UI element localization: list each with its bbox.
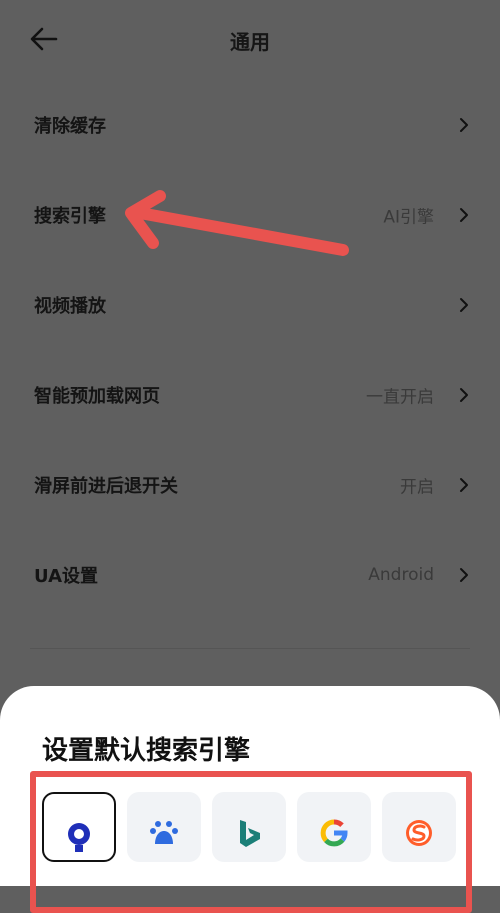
sogou-icon [406,820,432,846]
engine-option-google[interactable] [297,792,371,862]
sheet-title: 设置默认搜索引擎 [42,736,251,766]
chevron-right-icon [460,568,468,582]
setting-label: 搜索引擎 [34,206,106,227]
engine-option-sogou[interactable] [382,792,456,862]
engine-option-ai[interactable] [42,792,116,862]
setting-row-clear-cache[interactable]: 清除缓存 [0,80,500,170]
chevron-right-icon [460,478,468,492]
setting-label: 智能预加载网页 [34,386,160,407]
engine-option-baidu[interactable] [127,792,201,862]
chevron-right-icon [460,208,468,222]
google-icon [320,819,348,847]
search-engine-sheet: 设置默认搜索引擎 [0,686,500,913]
ai-search-icon [68,823,90,852]
setting-value: 开启 [400,477,434,498]
setting-label: 滑屏前进后退开关 [34,476,178,497]
engine-option-bing[interactable] [212,792,286,862]
chevron-right-icon [460,388,468,402]
setting-value: Android [368,565,434,585]
setting-value: AI引擎 [383,207,434,228]
setting-row-swipe-navigation[interactable]: 滑屏前进后退开关 开启 [0,440,500,530]
setting-row-video-playback[interactable]: 视频播放 [0,260,500,350]
setting-row-ua[interactable]: UA设置 Android [0,530,500,620]
page-title: 通用 [230,30,270,54]
setting-label: 清除缓存 [34,116,106,137]
chevron-right-icon [460,118,468,132]
setting-label: UA设置 [34,566,98,587]
baidu-icon [150,821,178,844]
divider [30,648,470,649]
setting-value: 一直开启 [366,387,434,408]
setting-label: 视频播放 [34,296,106,317]
setting-row-smart-preload[interactable]: 智能预加载网页 一直开启 [0,350,500,440]
chevron-right-icon [460,298,468,312]
setting-row-search-engine[interactable]: 搜索引擎 AI引擎 [0,170,500,260]
bing-icon [240,820,260,847]
top-bar: 通用 [0,0,500,78]
